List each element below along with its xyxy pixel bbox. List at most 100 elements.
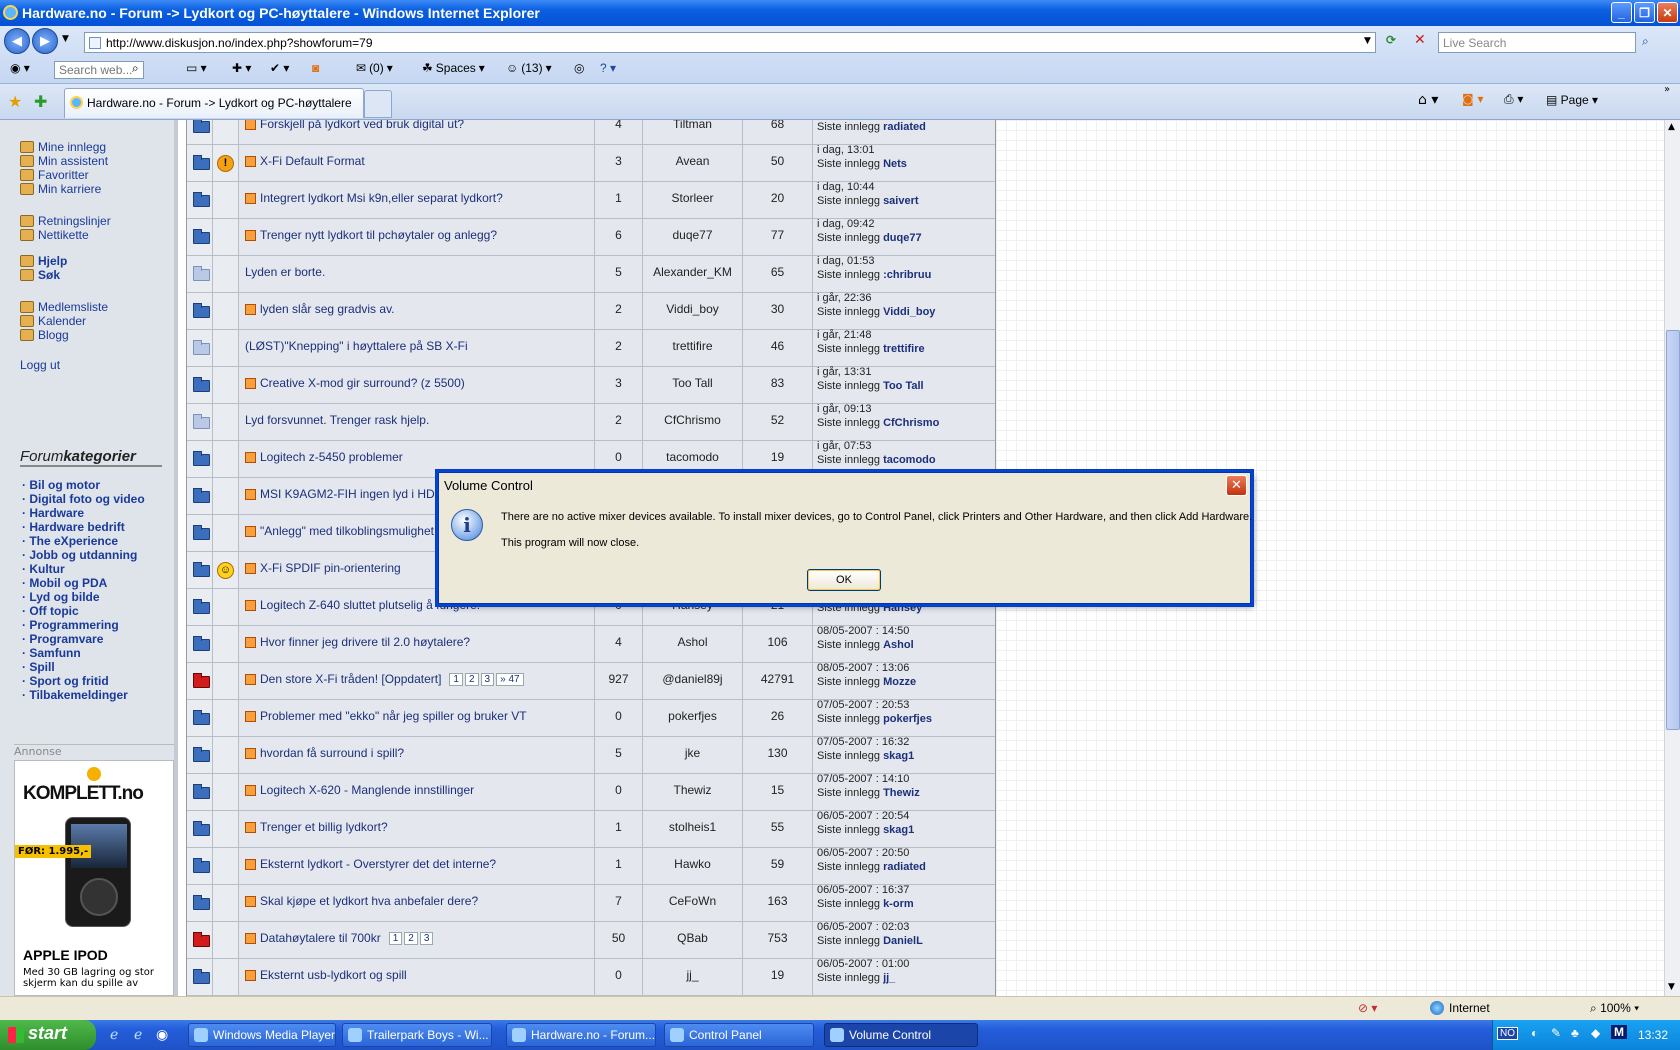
topic-link[interactable]: Eksternt lydkort - Overstyrer det det in… — [245, 857, 496, 871]
author-link[interactable]: Thewiz — [643, 783, 742, 797]
author-link[interactable]: jj_ — [643, 968, 742, 982]
author-link[interactable]: @daniel89j — [643, 672, 742, 686]
toolbar-icon[interactable]: ✔ ▾ — [270, 61, 289, 75]
last-post-user[interactable]: Ashol — [883, 639, 914, 651]
new-tab-button[interactable] — [364, 90, 392, 118]
category-link[interactable]: · Sport og fritid — [22, 674, 109, 688]
logout-link[interactable]: Logg ut — [20, 358, 60, 372]
author-link[interactable]: pokerfjes — [643, 709, 742, 723]
toolbar-icon[interactable]: ✚ ▾ — [232, 61, 251, 75]
sidebar-link[interactable]: Mine innlegg — [20, 140, 106, 154]
page-link[interactable]: 3 — [480, 672, 495, 686]
language-indicator[interactable]: NO — [1497, 1027, 1518, 1040]
last-post-user[interactable]: :chribruu — [883, 269, 931, 281]
last-post-user[interactable]: trettifire — [883, 343, 925, 355]
feeds-icon[interactable]: ◙ ▾ — [1462, 92, 1483, 106]
category-link[interactable]: · Programvare — [22, 632, 103, 646]
zoom-control[interactable]: ⌕ 100% ▾ — [1590, 1001, 1639, 1016]
page-link[interactable]: 1 — [388, 931, 403, 945]
author-link[interactable]: jke — [643, 746, 742, 760]
author-link[interactable]: Storleer — [643, 191, 742, 205]
quicklaunch-media-icon[interactable]: ◉ — [156, 1026, 168, 1043]
topic-link[interactable]: MSI K9AGM2-FIH ingen lyd i HD — [245, 487, 435, 501]
history-dropdown-icon[interactable]: ▼ — [62, 34, 69, 44]
category-link[interactable]: · Jobb og utdanning — [22, 548, 137, 562]
sidebar-link[interactable]: Nettikette — [20, 228, 89, 242]
page-link[interactable]: 3 — [419, 931, 434, 945]
category-link[interactable]: · Spill — [22, 660, 55, 674]
category-link[interactable]: · Off topic — [22, 604, 79, 618]
topic-link[interactable]: (LØST)"Knepping" i høyttalere på SB X-Fi — [245, 339, 468, 353]
topic-link[interactable]: Problemer med "ekko" når jeg spiller og … — [245, 709, 527, 723]
scroll-down-icon[interactable]: ▼ — [1668, 982, 1675, 992]
last-post-user[interactable]: skag1 — [883, 750, 914, 762]
category-link[interactable]: · Digital foto og video — [22, 492, 145, 506]
scroll-thumb[interactable] — [1666, 330, 1680, 730]
rss-icon[interactable]: ◙ — [312, 61, 319, 75]
topic-link[interactable]: Forskjell på lydkort ved bruk digital ut… — [245, 120, 464, 131]
last-post-user[interactable]: Thewiz — [883, 787, 920, 799]
search-icon[interactable]: ⌕ — [1642, 34, 1649, 49]
quicklaunch-ie-icon[interactable]: ℯ — [110, 1026, 118, 1043]
chevron-icon[interactable]: » — [1664, 84, 1670, 95]
home-icon[interactable]: ⌂ ▾ — [1418, 92, 1438, 108]
sidebar-link[interactable]: Kalender — [20, 314, 86, 328]
mail-button[interactable]: ✉ (0) ▾ — [356, 61, 393, 75]
favorites-star-icon[interactable]: ★ — [8, 92, 22, 111]
last-post-user[interactable]: DanielL — [883, 935, 923, 947]
topic-link[interactable]: X-Fi SPDIF pin-orientering — [245, 561, 401, 575]
last-post-user[interactable]: radiated — [883, 121, 926, 133]
sidebar-link[interactable]: Min karriere — [20, 182, 101, 196]
page-menu[interactable]: ▤ Page ▾ — [1546, 93, 1598, 107]
search-web-input[interactable]: Search web... — [54, 61, 144, 79]
topic-link[interactable]: Skal kjøpe et lydkort hva anbefaler dere… — [245, 894, 478, 908]
sidebar-link[interactable]: Blogg — [20, 328, 69, 342]
last-post-user[interactable]: pokerfjes — [883, 713, 932, 725]
author-link[interactable]: trettifire — [643, 339, 742, 353]
author-link[interactable]: duqe77 — [643, 228, 742, 242]
topic-link[interactable]: Logitech X-620 - Manglende innstillinger — [245, 783, 474, 797]
category-link[interactable]: · Hardware bedrift — [22, 520, 125, 534]
spaces-button[interactable]: ☘ Spaces ▾ — [422, 61, 485, 75]
topic-link[interactable]: Hvor finner jeg drivere til 2.0 høytaler… — [245, 635, 470, 649]
tray-icon[interactable]: ♣ — [1571, 1026, 1579, 1040]
taskbar-item[interactable]: Control Panel — [664, 1023, 814, 1047]
sidebar-link[interactable]: Hjelp — [20, 254, 67, 268]
topic-link[interactable]: Lyden er borte. — [245, 265, 325, 279]
search-web-icon[interactable]: ⌕ — [132, 61, 139, 76]
vertical-scrollbar[interactable]: ▲ ▼ — [1664, 120, 1680, 996]
help-icon[interactable]: ? ▾ — [600, 61, 616, 75]
quicklaunch-ie-icon[interactable]: ℯ — [134, 1026, 142, 1043]
topic-link[interactable]: Eksternt usb-lydkort og spill — [245, 968, 407, 982]
author-link[interactable]: QBab — [643, 931, 742, 945]
author-link[interactable]: Viddi_boy — [643, 302, 742, 316]
topic-link[interactable]: Integrert lydkort Msi k9n,eller separat … — [245, 191, 503, 205]
refresh-icon[interactable]: ⟳ — [1386, 33, 1396, 47]
author-link[interactable]: Tiltman — [643, 120, 742, 131]
last-post-user[interactable]: radiated — [883, 861, 926, 873]
topic-link[interactable]: "Anlegg" med tilkoblingsmulighet — [245, 524, 434, 538]
last-post-user[interactable]: tacomodo — [883, 454, 936, 466]
author-link[interactable]: Avean — [643, 154, 742, 168]
ie-menu-icon[interactable]: ◉ ▾ — [10, 61, 30, 75]
page-link[interactable]: » 47 — [496, 672, 524, 686]
taskbar-item[interactable]: Hardware.no - Forum... — [506, 1023, 656, 1047]
category-link[interactable]: · Bil og motor — [22, 478, 100, 492]
category-link[interactable]: · Mobil og PDA — [22, 576, 107, 590]
author-link[interactable]: Hawko — [643, 857, 742, 871]
last-post-user[interactable]: duqe77 — [883, 232, 922, 244]
address-dropdown-icon[interactable]: ▼ — [1364, 36, 1371, 46]
page-link[interactable]: 1 — [449, 672, 463, 686]
last-post-user[interactable]: Mozze — [883, 676, 916, 688]
last-post-user[interactable]: saivert — [883, 195, 918, 207]
author-link[interactable]: Alexander_KM — [643, 265, 742, 279]
address-bar[interactable]: http://www.diskusjon.no/index.php?showfo… — [84, 32, 1376, 53]
page-link[interactable]: 2 — [464, 672, 479, 686]
taskbar-item[interactable]: Volume Control — [824, 1023, 978, 1047]
category-link[interactable]: · Samfunn — [22, 646, 81, 660]
stop-icon[interactable]: ✕ — [1414, 32, 1426, 48]
tab-current[interactable]: Hardware.no - Forum -> Lydkort og PC-høy… — [64, 88, 364, 118]
topic-link[interactable]: hvordan få surround i spill? — [245, 746, 404, 760]
taskbar-item[interactable]: Trailerpark Boys - Wi... — [342, 1023, 492, 1047]
sidebar-link[interactable]: Medlemsliste — [20, 300, 108, 314]
